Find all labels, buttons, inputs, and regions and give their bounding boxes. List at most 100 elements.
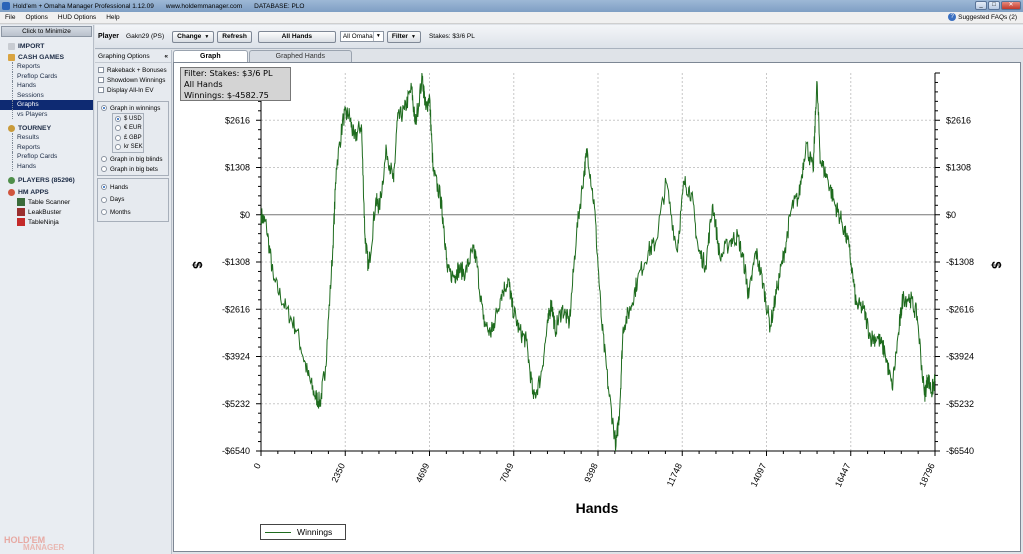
graph-in-big-bets-radio[interactable]: Graph in big bets — [98, 164, 168, 174]
nav-item-cash-hands[interactable]: Hands — [0, 81, 93, 91]
maximize-window-icon[interactable]: □ — [988, 1, 1000, 10]
rakeback-checkbox[interactable]: Rakeback + Bonuses — [95, 65, 171, 75]
currency-usd-radio[interactable]: $ USD — [113, 114, 143, 124]
radio-dot — [115, 115, 121, 122]
showdown-winnings-checkbox[interactable]: Showdown Winnings — [95, 75, 171, 85]
nav-item-cash-preflop-cards[interactable]: Preflop Cards — [0, 71, 93, 82]
tableninja-label: TableNinja — [28, 218, 59, 226]
nav-hm-apps[interactable]: HM APPS — [0, 187, 93, 197]
nav-import-label: IMPORT — [18, 42, 45, 50]
close-window-icon[interactable]: ✕ — [1001, 1, 1021, 10]
table-scanner-label: Table Scanner — [28, 198, 71, 206]
website-text: www.holdemmanager.com — [165, 2, 243, 10]
nav-item-cash-sessions[interactable]: Sessions — [0, 90, 93, 101]
menu-help[interactable]: Help — [101, 14, 124, 21]
all-in-ev-checkbox[interactable]: Display All-In EV — [95, 85, 171, 95]
nav-cash-games[interactable]: CASH GAMES — [0, 52, 93, 62]
y-tick-label-left: -$3924 — [222, 352, 250, 362]
graph-in-winnings-label: Graph in winnings — [110, 104, 161, 112]
question-icon: ? — [948, 13, 957, 21]
navigation-sidebar: Click to Minimize IMPORT CASH GAMES Repo… — [0, 25, 94, 554]
currency-gbp-radio[interactable]: £ GBP — [113, 133, 143, 143]
menu-file[interactable]: File — [0, 14, 20, 21]
nav-group-cash-games: CASH GAMES Reports Preflop Cards Hands S… — [0, 52, 93, 119]
filter-button[interactable]: Filter ▼ — [386, 30, 421, 43]
radio-dot — [101, 105, 107, 111]
nav-item-cash-reports[interactable]: Reports — [0, 62, 93, 72]
x-tick-label: 14097 — [749, 462, 769, 489]
currency-sek-radio[interactable]: kr SEK — [113, 143, 143, 153]
radio-dot — [115, 125, 121, 132]
minimize-sidebar-button[interactable]: Click to Minimize — [1, 26, 92, 37]
refresh-button[interactable]: Refresh — [217, 30, 252, 43]
nav-group-players: PLAYERS (85296) — [0, 175, 93, 185]
graph-in-winnings-radio[interactable]: Graph in winnings — [98, 103, 168, 113]
suggested-faqs-label: Suggested FAQs (2) — [958, 13, 1017, 21]
nav-item-cash-vs-players[interactable]: vs Players — [0, 109, 93, 120]
x-tick-label: 9398 — [582, 462, 600, 484]
filter-summary-line-1: Filter: Stakes: $3/6 PL — [184, 68, 273, 78]
nav-import[interactable]: IMPORT — [0, 41, 93, 51]
nav-app-table-scanner[interactable]: Table Scanner — [0, 197, 93, 207]
graph-tabs: Graph Graphed Hands — [173, 50, 1023, 62]
app-icon — [2, 2, 10, 10]
stakes-text: Stakes: $3/6 PL — [428, 33, 475, 40]
change-player-button[interactable]: Change ▼ — [172, 30, 215, 43]
suggested-faqs-link[interactable]: ? Suggested FAQs (2) — [948, 13, 1017, 21]
x-axis-label: Hands — [576, 500, 619, 516]
nav-players[interactable]: PLAYERS (85296) — [0, 175, 93, 185]
x-tick-label: 16447 — [833, 462, 853, 489]
x-mode-hands-radio[interactable]: Hands — [98, 181, 168, 194]
chevron-down-icon: ▼ — [372, 32, 381, 41]
game-type-select[interactable]: All Omaha ▼ — [339, 31, 384, 42]
nav-app-tableninja[interactable]: TableNinja — [0, 217, 93, 227]
players-icon — [8, 176, 15, 184]
leakbuster-icon — [17, 208, 25, 216]
nav-players-label: PLAYERS (85296) — [18, 176, 75, 184]
menu-options[interactable]: Options — [20, 14, 52, 21]
graphing-options-panel: Graphing Options « Rakeback + Bonuses Sh… — [95, 50, 172, 554]
checkbox-box — [98, 77, 104, 83]
x-tick-label: 0 — [252, 462, 263, 471]
minimize-window-icon[interactable]: _ — [975, 1, 987, 10]
menu-bar: File Options HUD Options Help ? Suggeste… — [0, 12, 1023, 24]
nav-group-tourney: TOURNEY Results Reports Preflop Cards Ha… — [0, 123, 93, 171]
nav-hm-apps-label: HM APPS — [18, 188, 49, 196]
all-in-ev-label: Display All-In EV — [107, 86, 154, 94]
x-mode-months-label: Months — [110, 208, 131, 216]
y-tick-label-left: $2616 — [225, 115, 250, 125]
x-axis-mode-group: Hands Days Months — [97, 178, 169, 222]
nav-item-tourney-results[interactable]: Results — [0, 133, 93, 143]
x-mode-days-label: Days — [110, 196, 125, 204]
nav-item-tourney-reports[interactable]: Reports — [0, 142, 93, 153]
double-chevron-left-icon[interactable]: « — [164, 53, 168, 60]
filter-label: Filter — [391, 32, 408, 40]
graph-units-group: Graph in winnings $ USD € EUR £ GBP kr S… — [97, 101, 169, 176]
graph-in-big-blinds-radio[interactable]: Graph in big blinds — [98, 154, 168, 164]
player-value: Gakn29 (PS) — [126, 33, 165, 40]
graphing-options-header: Graphing Options « — [95, 50, 171, 63]
all-hands-button[interactable]: All Hands — [257, 30, 336, 43]
x-mode-months-radio[interactable]: Months — [98, 206, 168, 219]
x-mode-days-radio[interactable]: Days — [98, 194, 168, 207]
tab-graph[interactable]: Graph — [173, 50, 248, 62]
window-controls: _ □ ✕ — [975, 1, 1021, 10]
menu-hud-options[interactable]: HUD Options — [53, 14, 101, 21]
graph-in-big-bets-label: Graph in big bets — [110, 165, 158, 173]
nav-app-leakbuster[interactable]: LeakBuster — [0, 207, 93, 217]
currency-gbp-label: £ GBP — [124, 134, 142, 141]
nav-item-tourney-preflop-cards[interactable]: Preflop Cards — [0, 152, 93, 162]
nav-item-cash-graphs[interactable]: Graphs — [0, 100, 93, 110]
x-tick-label: 7049 — [498, 462, 516, 484]
currency-usd-label: $ USD — [124, 115, 142, 122]
x-tick-label: 4699 — [414, 462, 432, 484]
nav-tourney[interactable]: TOURNEY — [0, 123, 93, 133]
player-label: Player — [98, 33, 120, 40]
nav-item-tourney-hands[interactable]: Hands — [0, 161, 93, 172]
radio-dot — [115, 134, 121, 141]
y-tick-label-right: -$1308 — [946, 257, 974, 267]
currency-eur-radio[interactable]: € EUR — [113, 124, 143, 134]
y-tick-label-left: -$5232 — [222, 399, 250, 409]
y-tick-label-right: $0 — [946, 210, 956, 220]
tab-graphed-hands[interactable]: Graphed Hands — [248, 50, 353, 62]
